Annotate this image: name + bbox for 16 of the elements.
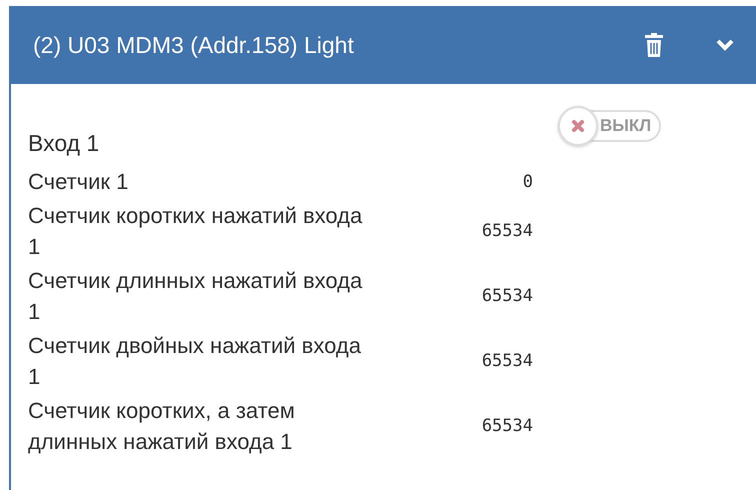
counter-value: 65534 bbox=[480, 351, 533, 371]
trash-icon[interactable] bbox=[644, 32, 664, 58]
counter-value: 0 bbox=[522, 172, 533, 192]
counter-value: 65534 bbox=[480, 416, 533, 436]
chevron-down-icon[interactable] bbox=[716, 39, 734, 51]
counter-value: 65534 bbox=[480, 221, 533, 241]
counter-label: Счетчик длинных нажатий входа 1 bbox=[28, 267, 364, 326]
counter-label: Счетчик двойных нажатий входа 1 bbox=[28, 332, 362, 391]
counter-label: Счетчик 1 bbox=[28, 168, 130, 196]
toggle-label: ВЫКЛ bbox=[600, 116, 652, 136]
counter-label: Счетчик коротких, а затем длинных нажатий входа 1 bbox=[28, 397, 296, 456]
input-label: Вход 1 bbox=[28, 130, 100, 157]
counter-label: Счетчик коротких нажатий входа 1 bbox=[28, 202, 364, 261]
counter-value: 65534 bbox=[480, 286, 533, 306]
cross-icon bbox=[571, 119, 585, 133]
panel-title: (2) U03 MDM3 (Addr.158) Light bbox=[33, 32, 355, 58]
